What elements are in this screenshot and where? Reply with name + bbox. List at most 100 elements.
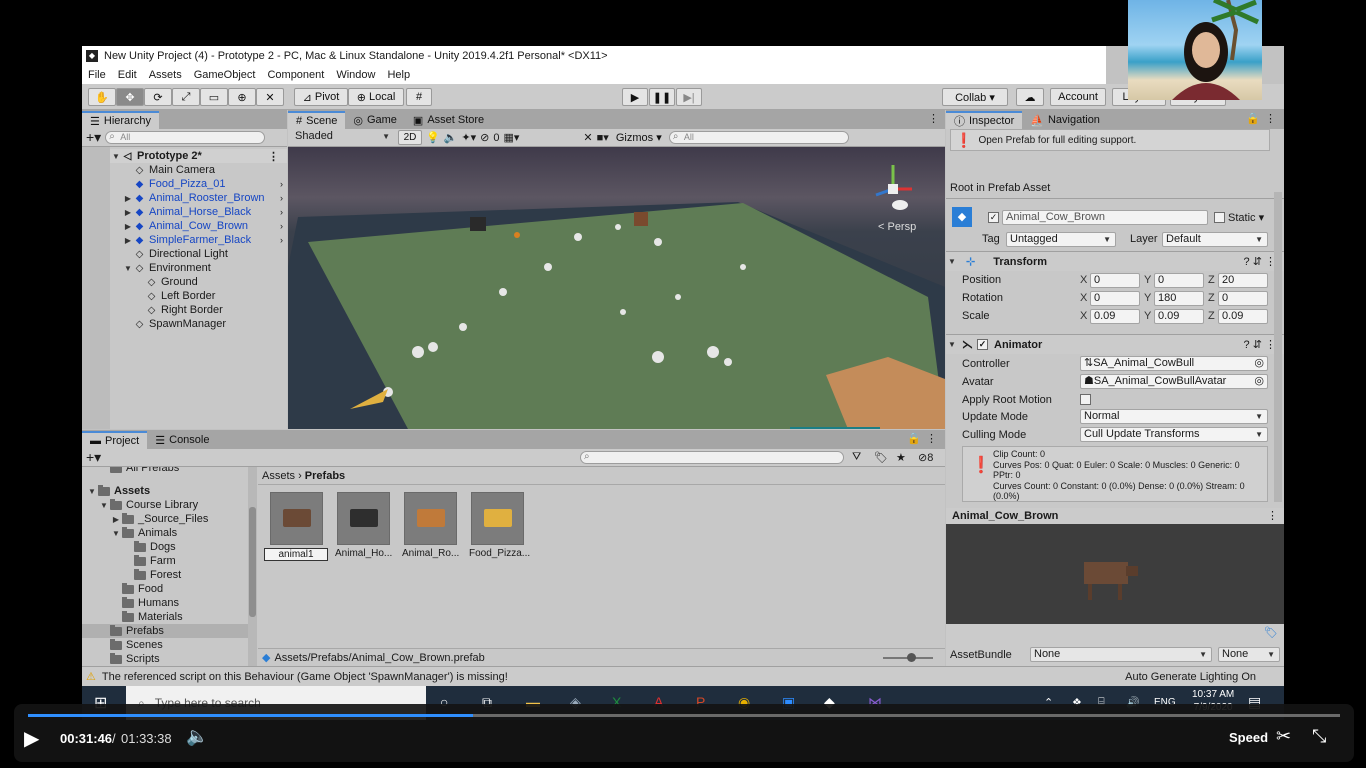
- project-menu-icon[interactable]: ⋮: [926, 432, 937, 445]
- update-mode-dropdown[interactable]: Normal: [1080, 409, 1268, 424]
- project-tree-item[interactable]: ▼ Assets: [86, 484, 248, 498]
- label-tag-icon[interactable]: 🏷: [1264, 626, 1278, 639]
- cow-preview-render[interactable]: [946, 524, 1284, 624]
- project-tree-item[interactable]: ▼ Course Library: [98, 498, 248, 512]
- transform-rotation-field[interactable]: 0: [1090, 291, 1140, 306]
- controller-field[interactable]: ⇅SA_Animal_CowBull ◎: [1080, 356, 1268, 371]
- project-tree-item[interactable]: All Prefabs: [98, 467, 248, 475]
- tab-project[interactable]: ▬ Project: [82, 431, 148, 449]
- inspector-menu-icon[interactable]: ⋮: [1265, 112, 1276, 125]
- asset-item[interactable]: Animal_Ho...: [335, 492, 392, 559]
- transform-rotation-field[interactable]: 0: [1218, 291, 1268, 306]
- axis-label[interactable]: X: [1080, 274, 1087, 286]
- object-picker-icon[interactable]: ◎: [1254, 357, 1264, 370]
- move-tool-icon[interactable]: ✥: [116, 88, 144, 106]
- create-plus-icon[interactable]: +▾: [86, 129, 101, 146]
- project-tree-item[interactable]: Scenes: [98, 638, 248, 652]
- tag-dropdown[interactable]: Untagged: [1006, 232, 1116, 247]
- rect-tool-icon[interactable]: ▭: [200, 88, 228, 106]
- expand-arrow-icon[interactable]: ▶: [122, 236, 134, 245]
- scale-tool-icon[interactable]: ⤢: [172, 88, 200, 106]
- gizmos-dropdown[interactable]: Gizmos ▾: [612, 130, 665, 145]
- hand-tool-icon[interactable]: ✋: [88, 88, 116, 106]
- hierarchy-item[interactable]: ◇ Left Border: [134, 289, 287, 303]
- asset-thumbnail-horse[interactable]: [336, 492, 390, 545]
- project-tree-item[interactable]: Humans: [110, 596, 248, 610]
- create-plus-icon[interactable]: +▾: [86, 449, 101, 466]
- open-prefab-chevron-icon[interactable]: ›: [280, 221, 283, 231]
- grid-icon[interactable]: ▦▾: [504, 131, 520, 144]
- open-prefab-chevron-icon[interactable]: ›: [280, 193, 283, 203]
- scene-menu-icon[interactable]: ⋮: [928, 112, 939, 125]
- transform-tool-icon[interactable]: ⊕: [228, 88, 256, 106]
- project-tree-item[interactable]: Dogs: [122, 540, 248, 554]
- effects-icon[interactable]: ✦▾: [461, 131, 476, 144]
- axis-label[interactable]: X: [1080, 292, 1087, 304]
- grid-snap-icon[interactable]: #: [406, 88, 432, 106]
- asset-thumbnail-pizza[interactable]: [470, 492, 524, 545]
- hierarchy-item[interactable]: ▶ ◆ Animal_Horse_Black ›: [122, 205, 287, 219]
- axis-label[interactable]: X: [1080, 310, 1087, 322]
- local-toggle[interactable]: ⊕ Local: [348, 88, 404, 106]
- breadcrumb-prefabs[interactable]: Prefabs: [305, 470, 345, 482]
- expand-arrow-icon[interactable]: ▼: [122, 264, 134, 273]
- hierarchy-item[interactable]: ◆ Food_Pizza_01 ›: [122, 177, 287, 191]
- object-name-field[interactable]: Animal_Cow_Brown: [1002, 210, 1208, 225]
- camera-icon[interactable]: ■▾: [597, 131, 609, 144]
- avatar-field[interactable]: ☗SA_Animal_CowBullAvatar ◎: [1080, 374, 1268, 389]
- custom-tool-icon[interactable]: ✕: [256, 88, 284, 106]
- persp-label[interactable]: < Persp: [878, 221, 916, 233]
- asset-label[interactable]: animal1: [264, 548, 328, 561]
- search-by-type-icon[interactable]: ⛛: [852, 451, 861, 464]
- menu-component[interactable]: Component: [267, 69, 324, 81]
- hidden-objects-icon[interactable]: ⊘: [480, 131, 489, 144]
- breadcrumb-assets[interactable]: Assets: [262, 470, 295, 482]
- expand-arrow-icon[interactable]: ▶: [122, 194, 134, 203]
- scene-menu-icon[interactable]: ⋮: [268, 150, 279, 163]
- 2d-toggle[interactable]: 2D: [398, 130, 422, 145]
- tab-game[interactable]: ◎ Game: [345, 111, 405, 129]
- project-tree-item[interactable]: ▼ Animals: [110, 526, 248, 540]
- assetbundle-dropdown[interactable]: None: [1030, 647, 1212, 662]
- project-search-input[interactable]: [580, 451, 844, 464]
- scissors-icon[interactable]: ✂: [1276, 726, 1291, 747]
- rotate-tool-icon[interactable]: ⟳: [144, 88, 172, 106]
- asset-item[interactable]: Food_Pizza...: [469, 492, 530, 559]
- seek-bar[interactable]: [28, 714, 1340, 717]
- pause-button[interactable]: ❚❚: [649, 88, 675, 106]
- tab-inspector[interactable]: ⓘ Inspector: [946, 111, 1023, 129]
- scene-viewport[interactable]: < Persp: [288, 147, 945, 429]
- project-tree-item[interactable]: Forest: [122, 568, 248, 582]
- menu-edit[interactable]: Edit: [118, 69, 137, 81]
- tools-icon[interactable]: ✕: [583, 131, 592, 144]
- animator-enabled-checkbox[interactable]: ✓: [977, 339, 988, 350]
- menu-file[interactable]: File: [88, 69, 106, 81]
- project-tree-item[interactable]: Scripts: [98, 652, 248, 666]
- axis-label[interactable]: Y: [1144, 274, 1151, 286]
- tree-scroll-thumb[interactable]: [249, 507, 256, 617]
- transform-position-field[interactable]: 20: [1218, 273, 1268, 288]
- animator-header[interactable]: ▼ ⋋ ✓ Animator ? ⇵ ⋮: [946, 334, 1284, 354]
- slider-knob[interactable]: [907, 653, 916, 662]
- open-prefab-chevron-icon[interactable]: ›: [280, 179, 283, 189]
- hierarchy-item[interactable]: ▼ ◇ Environment: [122, 261, 287, 275]
- lock-icon[interactable]: 🔒: [1246, 112, 1260, 125]
- axis-label[interactable]: Z: [1208, 292, 1215, 304]
- static-label[interactable]: Static ▾: [1228, 211, 1264, 224]
- axis-label[interactable]: Z: [1208, 274, 1215, 286]
- collapse-arrow-icon[interactable]: ▼: [946, 257, 958, 266]
- preview-header[interactable]: Animal_Cow_Brown ⋮: [946, 508, 1284, 524]
- axis-label[interactable]: Y: [1144, 292, 1151, 304]
- hierarchy-search-input[interactable]: All: [105, 131, 266, 144]
- exit-fullscreen-icon[interactable]: ⤡: [1312, 726, 1326, 747]
- play-button[interactable]: ▶: [622, 88, 648, 106]
- component-menu-icon[interactable]: ? ⇵ ⋮: [1244, 338, 1276, 351]
- speed-button[interactable]: Speed: [1229, 730, 1268, 745]
- hierarchy-item[interactable]: ▶ ◆ Animal_Rooster_Brown ›: [122, 191, 287, 205]
- transform-scale-field[interactable]: 0.09: [1090, 309, 1140, 324]
- transform-scale-field[interactable]: 0.09: [1154, 309, 1204, 324]
- asset-thumbnail-cow[interactable]: [269, 492, 323, 545]
- scene-root-row[interactable]: ▼ ◁ Prototype 2* ⋮: [110, 149, 287, 163]
- audio-icon[interactable]: 🔈: [444, 131, 458, 144]
- expand-arrow-icon[interactable]: ▼: [110, 529, 122, 538]
